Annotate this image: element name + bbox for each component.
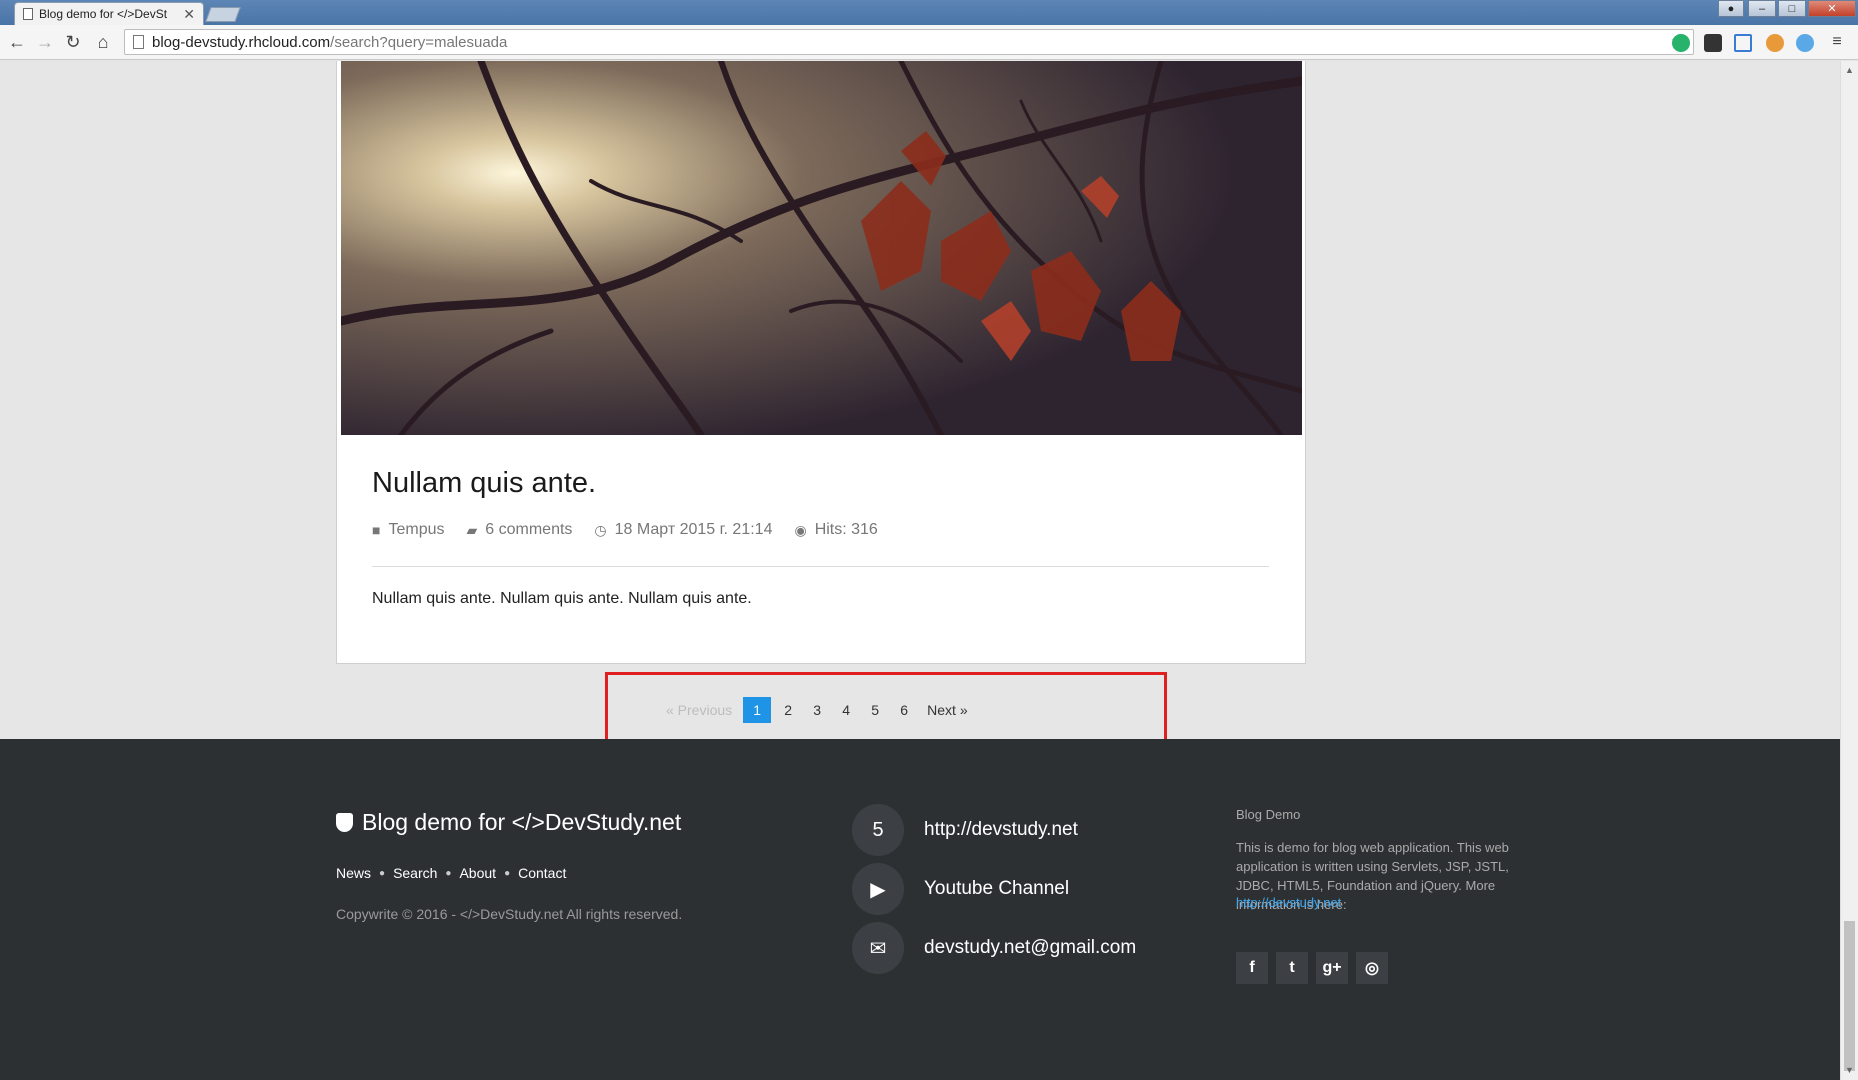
social-links: f t g+ ◎ — [1236, 952, 1396, 984]
tab-title: Blog demo for </>DevSt — [39, 7, 168, 21]
google-plus-icon[interactable]: g+ — [1316, 952, 1348, 984]
github-icon[interactable]: ◎ — [1356, 952, 1388, 984]
comments-label: 6 comments — [485, 521, 573, 538]
divider — [372, 566, 1269, 567]
copyright-text: Copywrite © 2016 - </>DevStudy.net All r… — [336, 906, 683, 922]
home-icon[interactable]: ⌂ — [92, 31, 114, 53]
html5-icon: 5 — [852, 804, 904, 856]
footer-brand[interactable]: Blog demo for </>DevStudy.net — [336, 809, 681, 836]
maximize-button[interactable]: □ — [1778, 0, 1806, 17]
site-footer: Blog demo for </>DevStudy.net News ● Sea… — [0, 739, 1840, 1080]
page-scrollbar[interactable]: ▲ ▼ — [1840, 61, 1858, 1080]
page-info-icon — [133, 35, 144, 49]
clock-icon: ◷ — [594, 521, 607, 538]
footer-link-search[interactable]: Search — [393, 865, 437, 881]
menu-icon[interactable]: ≡ — [1826, 31, 1848, 53]
post-hits: ◉ Hits: 316 — [794, 521, 877, 539]
category-label: Tempus — [388, 521, 445, 538]
browser-tab[interactable]: Blog demo for </>DevSt ✕ — [14, 2, 204, 25]
brand-label: Blog demo for </>DevStudy.net — [362, 809, 682, 835]
browser-tab-bar: Blog demo for </>DevSt ✕ ● – □ ✕ — [0, 0, 1858, 25]
twitter-icon[interactable]: t — [1276, 952, 1308, 984]
shield-icon — [336, 813, 353, 832]
footer-link-news[interactable]: News — [336, 865, 371, 881]
address-bar[interactable]: blog-devstudy.rhcloud.com/search?query=m… — [124, 29, 1694, 55]
extension-orange-icon[interactable] — [1766, 34, 1784, 52]
tab-close-icon[interactable]: ✕ — [183, 6, 195, 23]
post-date: ◷ 18 Март 2015 г. 21:14 — [594, 521, 772, 539]
url-path: /search?query=malesuada — [330, 33, 508, 51]
date-label: 18 Март 2015 г. 21:14 — [614, 521, 773, 538]
footer-link-contact[interactable]: Contact — [518, 865, 566, 881]
new-tab-button[interactable] — [205, 7, 241, 22]
forward-arrow-icon[interactable]: → — [34, 31, 56, 53]
website-label: http://devstudy.net — [924, 819, 1078, 840]
post-meta: ■ Tempus ▰ 6 comments ◷ 18 Март 2015 г. … — [372, 521, 900, 539]
minimize-button[interactable]: – — [1748, 0, 1776, 17]
about-title: Blog Demo — [1236, 807, 1301, 822]
post-title[interactable]: Nullam quis ante. — [372, 467, 596, 500]
about-link[interactable]: http://devstudy.net — [1236, 895, 1341, 910]
post-excerpt: Nullam quis ante. Nullam quis ante. Null… — [372, 590, 752, 607]
contact-youtube[interactable]: ▶ Youtube Channel — [852, 863, 1069, 915]
scroll-up-icon[interactable]: ▲ — [1845, 65, 1854, 75]
browser-toolbar: ← → ↻ ⌂ blog-devstudy.rhcloud.com/search… — [0, 25, 1858, 60]
extension-blue-icon[interactable] — [1796, 34, 1814, 52]
back-arrow-icon[interactable]: ← — [6, 31, 28, 53]
separator-dot: ● — [379, 867, 386, 879]
url-host: blog-devstudy.rhcloud.com — [152, 33, 331, 51]
user-icon[interactable]: ● — [1718, 0, 1744, 17]
autumn-branches-photo — [341, 61, 1302, 435]
separator-dot: ● — [504, 867, 511, 879]
close-window-button[interactable]: ✕ — [1808, 0, 1856, 17]
footer-nav: News ● Search ● About ● Contact — [336, 865, 566, 881]
scroll-down-icon[interactable]: ▼ — [1845, 1065, 1854, 1075]
extension-dark-icon[interactable] — [1704, 34, 1722, 52]
extension-green-icon[interactable] — [1672, 34, 1690, 52]
separator-dot: ● — [445, 867, 452, 879]
reload-icon[interactable]: ↻ — [62, 31, 84, 53]
contact-website[interactable]: 5 http://devstudy.net — [852, 804, 1078, 856]
youtube-icon: ▶ — [852, 863, 904, 915]
facebook-icon[interactable]: f — [1236, 952, 1268, 984]
folder-icon: ■ — [372, 522, 381, 538]
contact-email[interactable]: ✉ devstudy.net@gmail.com — [852, 922, 1136, 974]
post-image[interactable] — [341, 61, 1302, 435]
extension-screen-icon[interactable] — [1734, 34, 1752, 52]
post-card: Nullam quis ante. ■ Tempus ▰ 6 comments … — [336, 61, 1306, 664]
hits-label: Hits: 316 — [814, 521, 878, 538]
youtube-label: Youtube Channel — [924, 878, 1070, 899]
post-comments[interactable]: ▰ 6 comments — [467, 521, 573, 539]
page-icon — [23, 8, 33, 20]
footer-link-about[interactable]: About — [459, 865, 496, 881]
envelope-icon: ✉ — [852, 922, 904, 974]
comments-icon: ▰ — [466, 521, 478, 538]
email-label: devstudy.net@gmail.com — [924, 937, 1137, 958]
scrollbar-thumb[interactable] — [1844, 921, 1855, 1071]
post-category[interactable]: ■ Tempus — [372, 521, 445, 539]
eye-icon: ◉ — [794, 521, 807, 538]
